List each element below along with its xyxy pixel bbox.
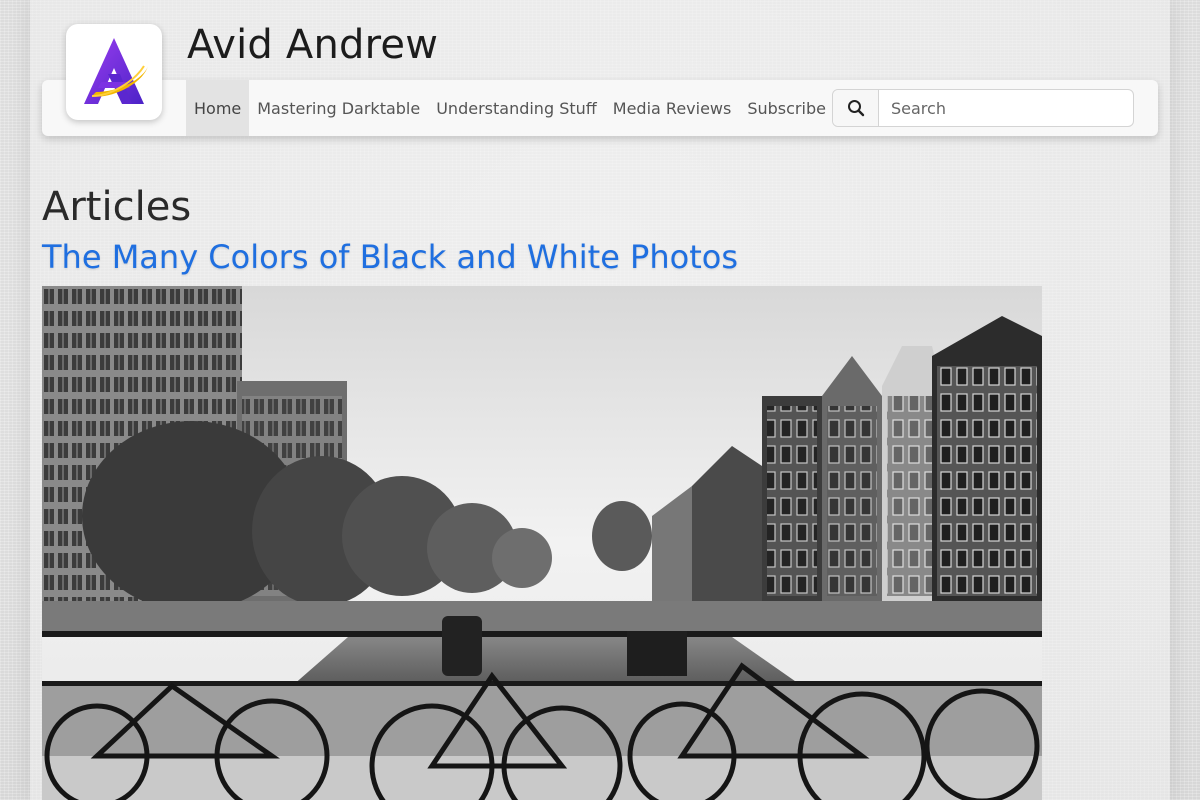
site-logo[interactable]	[66, 24, 162, 120]
nav-mastering-darktable[interactable]: Mastering Darktable	[249, 80, 428, 136]
canal-photo	[42, 286, 1042, 800]
nav-subscribe[interactable]: Subscribe	[739, 80, 834, 136]
site-title[interactable]: Avid Andrew	[187, 22, 438, 68]
nav-media-reviews[interactable]: Media Reviews	[605, 80, 740, 136]
search-button[interactable]	[833, 90, 879, 126]
main-nav: Home Mastering Darktable Understanding S…	[186, 80, 834, 136]
nav-understanding-stuff[interactable]: Understanding Stuff	[428, 80, 605, 136]
page-title: Articles	[42, 184, 192, 230]
nav-home[interactable]: Home	[186, 80, 250, 136]
search-input[interactable]	[879, 90, 1133, 126]
article-title-link[interactable]: The Many Colors of Black and White Photo…	[42, 238, 738, 276]
search-group	[832, 89, 1134, 127]
article-image[interactable]	[42, 286, 1042, 800]
search-icon	[847, 100, 864, 117]
site-logo-icon	[84, 38, 148, 104]
